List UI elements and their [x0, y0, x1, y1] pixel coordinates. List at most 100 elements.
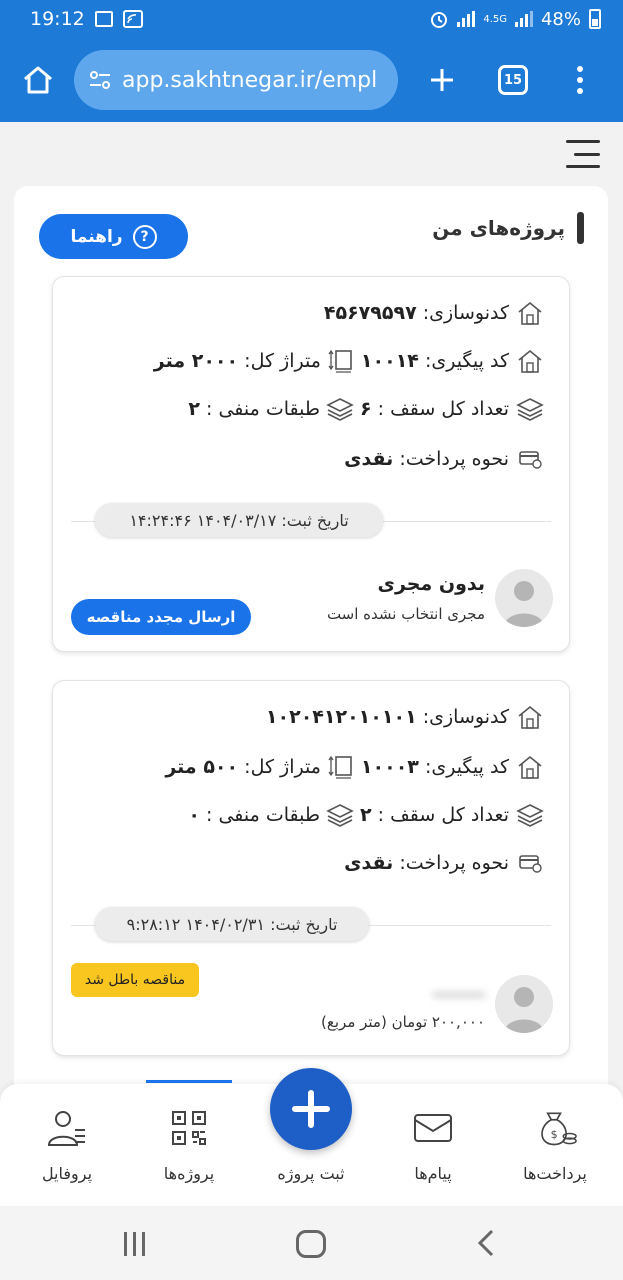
plus-icon [431, 69, 453, 91]
payment-label: نحوه پرداخت: [399, 852, 509, 874]
area-icon [327, 753, 355, 781]
active-tab-indicator [146, 1080, 232, 1083]
nav-messages[interactable]: پیام‌ها [378, 1084, 488, 1206]
nav-profile[interactable]: پروفایل [12, 1084, 122, 1206]
url-text: app.sakhtnegar.ir/empl [122, 67, 378, 93]
layers-icon [326, 801, 354, 829]
code-row: کدنوسازی: ۴۵۶۷۹۵۹۷ [324, 299, 545, 327]
payment-row: نحوه پرداخت: نقدی [344, 445, 545, 473]
nav-projects-label: پروژه‌ها [163, 1164, 215, 1183]
building-icon [515, 703, 545, 731]
status-time: 19:12 [30, 8, 85, 30]
alarm-icon [431, 12, 448, 28]
payment-label: نحوه پرداخت: [399, 448, 509, 470]
site-settings-icon [90, 71, 110, 89]
floors-row: تعداد کل سقف : ۲ طبقات منفی : ۰ [188, 801, 545, 829]
browser-menu-button[interactable] [570, 66, 590, 94]
area-label: متراژ کل: [244, 756, 321, 778]
resend-tender-button[interactable]: ارسال مجدد مناقصه [71, 599, 251, 635]
executor-status: مجری انتخاب نشده است [326, 605, 485, 623]
code-label: کدنوسازی: [422, 302, 509, 324]
basement-label: طبقات منفی : [206, 804, 321, 826]
card-payment-icon [515, 849, 545, 877]
tracking-value: ۱۰۰۱۴ [360, 350, 419, 372]
project-card[interactable]: کدنوسازی: ۱۰۲۰۴۱۲۰۱۰۱۰۱ کد پیگیری: ۱۰۰۰۳… [52, 680, 570, 1056]
basement-value: ۰ [188, 804, 200, 826]
help-button[interactable]: ? راهنما [39, 214, 188, 259]
tracking-value: ۱۰۰۰۳ [360, 756, 419, 778]
area-value: ۲۰۰۰ متر [153, 350, 239, 372]
hamburger-menu-icon[interactable] [566, 140, 600, 168]
layers-icon [326, 395, 354, 423]
cast-icon [122, 10, 143, 28]
add-project-button[interactable] [270, 1068, 352, 1150]
area-icon [327, 347, 355, 375]
payment-value: نقدی [344, 448, 394, 470]
floors-label: تعداد کل سقف : [377, 804, 509, 826]
projects-panel: پروژه‌های من ? راهنما کدنوسازی: ۴۵۶۷۹۵۹۷… [14, 186, 608, 1186]
building-icon [515, 347, 545, 375]
page-title: پروژه‌های من [432, 216, 565, 240]
question-icon: ? [132, 224, 157, 249]
layers-icon [515, 395, 545, 423]
card-payment-icon [515, 445, 545, 473]
money-bag-icon: $ [533, 1108, 577, 1148]
tracking-row: کد پیگیری: ۱۰۰۰۳ متراژ کل: ۵۰۰ متر [165, 753, 545, 781]
avatar [495, 569, 553, 627]
back-button[interactable] [472, 1228, 502, 1258]
payment-value: نقدی [344, 852, 394, 874]
qr-code-icon [167, 1108, 211, 1148]
browser-toolbar: app.sakhtnegar.ir/empl 15 [0, 38, 623, 122]
area-label: متراژ کل: [244, 350, 321, 372]
registration-date: تاریخ ثبت: ۱۴۰۴/۰۳/۱۷ ۱۴:۲۴:۴۶ [95, 503, 383, 537]
executor-price: ۲۰۰,۰۰۰ تومان (متر مربع) [321, 1013, 485, 1031]
executor-name: بدون مجری [377, 573, 485, 595]
floors-value: ۶ [360, 398, 372, 420]
nav-payments-label: پرداخت‌ها [523, 1164, 587, 1183]
registration-date: تاریخ ثبت: ۱۴۰۴/۰۲/۳۱ ۹:۲۸:۱۲ [95, 907, 369, 941]
tracking-label: کد پیگیری: [424, 350, 509, 372]
basement-value: ۲ [188, 398, 200, 420]
signal-icon-2 [514, 11, 533, 27]
home-icon [24, 66, 52, 94]
new-tab-button[interactable] [422, 60, 462, 100]
battery-icon [589, 9, 601, 29]
section-header: پروژه‌های من [432, 212, 584, 244]
nav-payments[interactable]: $ پرداخت‌ها [500, 1084, 610, 1206]
add-project-label: ثبت پروژه [277, 1164, 345, 1183]
title-accent-bar [577, 212, 584, 244]
tracking-row: کد پیگیری: ۱۰۰۱۴ متراژ کل: ۲۰۰۰ متر [154, 347, 545, 375]
back-chevron-icon [477, 1229, 494, 1257]
code-label: کدنوسازی: [422, 706, 509, 728]
battery-percent: 48% [540, 8, 581, 30]
envelope-icon [411, 1108, 455, 1148]
code-row: کدنوسازی: ۱۰۲۰۴۱۲۰۱۰۱۰۱ [266, 703, 545, 731]
project-card[interactable]: کدنوسازی: ۴۵۶۷۹۵۹۷ کد پیگیری: ۱۰۰۱۴ مترا… [52, 276, 570, 652]
nav-projects[interactable]: پروژه‌ها [134, 1084, 244, 1206]
code-value: ۱۰۲۰۴۱۲۰۱۰۱۰۱ [265, 706, 417, 728]
bottom-navigation: $ پرداخت‌ها پیام‌ها ثبت پروژه پروژه‌ها پ… [0, 1068, 623, 1206]
network-type: 4.5G [483, 13, 507, 25]
nav-messages-label: پیام‌ها [414, 1164, 452, 1183]
address-bar[interactable]: app.sakhtnegar.ir/empl [74, 50, 398, 110]
status-badge: مناقصه باطل شد [71, 963, 199, 997]
building-icon [515, 753, 545, 781]
payment-row: نحوه پرداخت: نقدی [344, 849, 545, 877]
area-value: ۵۰۰ متر [165, 756, 239, 778]
recents-button[interactable] [124, 1232, 145, 1256]
gallery-icon [94, 11, 113, 27]
executor-name: ــــــــ [433, 979, 485, 1001]
nav-profile-label: پروفایل [41, 1164, 93, 1183]
floors-label: تعداد کل سقف : [377, 398, 509, 420]
floors-row: تعداد کل سقف : ۶ طبقات منفی : ۲ [188, 395, 545, 423]
tracking-label: کد پیگیری: [424, 756, 509, 778]
layers-icon [515, 801, 545, 829]
help-label: راهنما [70, 226, 123, 247]
tab-switcher-button[interactable]: 15 [498, 65, 528, 95]
signal-icon [457, 11, 476, 27]
home-button[interactable] [16, 58, 60, 102]
building-icon [515, 299, 545, 327]
system-home-button[interactable] [296, 1230, 326, 1258]
code-value: ۴۵۶۷۹۵۹۷ [323, 302, 417, 324]
plus-icon [292, 1090, 330, 1128]
